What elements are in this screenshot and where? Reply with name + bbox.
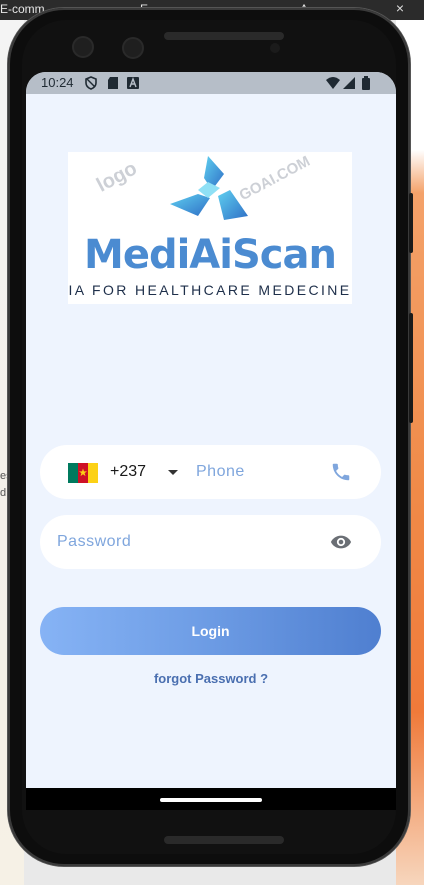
front-camera-icon — [74, 38, 92, 56]
phone-input[interactable]: Phone — [196, 463, 245, 481]
logo-brand-name: MediAiScan — [84, 232, 337, 278]
power-button[interactable] — [409, 193, 413, 253]
wifi-icon — [326, 77, 340, 89]
status-bar: 10:24 — [26, 72, 396, 94]
password-input[interactable]: Password — [57, 533, 131, 551]
chevron-down-icon[interactable] — [168, 470, 178, 475]
cameroon-flag-icon[interactable] — [68, 463, 98, 483]
logo-emblem-icon — [170, 156, 248, 220]
front-camera-icon — [124, 39, 142, 57]
proximity-sensor — [270, 43, 280, 53]
login-button[interactable]: Login — [40, 607, 381, 655]
earpiece-speaker — [164, 32, 284, 40]
notification-a-icon — [127, 77, 139, 89]
battery-icon — [362, 76, 370, 90]
volume-button[interactable] — [409, 313, 413, 423]
password-field: Password — [40, 515, 381, 569]
logo-tagline: IA FOR HEALTHCARE MEDECINE — [68, 282, 352, 298]
forgot-password-link[interactable]: forgot Password ? — [26, 671, 396, 686]
signal-icon — [343, 77, 355, 89]
app-screen: 10:24 logo GOAI.COM MediAiScan IA FOR HE… — [26, 72, 396, 788]
close-icon[interactable]: × — [396, 0, 404, 16]
phone-icon — [332, 463, 350, 481]
navigation-bar — [26, 788, 396, 810]
status-time: 10:24 — [41, 75, 74, 90]
sd-card-icon — [108, 77, 118, 89]
bottom-speaker — [164, 836, 284, 844]
shield-icon — [85, 76, 97, 90]
eye-icon[interactable] — [330, 531, 352, 553]
country-code[interactable]: +237 — [110, 463, 146, 481]
phone-field: +237 Phone — [40, 445, 381, 499]
home-gesture-bar[interactable] — [160, 798, 262, 802]
desktop-edge-text: d — [0, 487, 7, 499]
app-logo: logo GOAI.COM MediAiScan IA FOR HEALTHCA… — [68, 152, 352, 304]
logo-watermark: logo — [93, 157, 141, 197]
